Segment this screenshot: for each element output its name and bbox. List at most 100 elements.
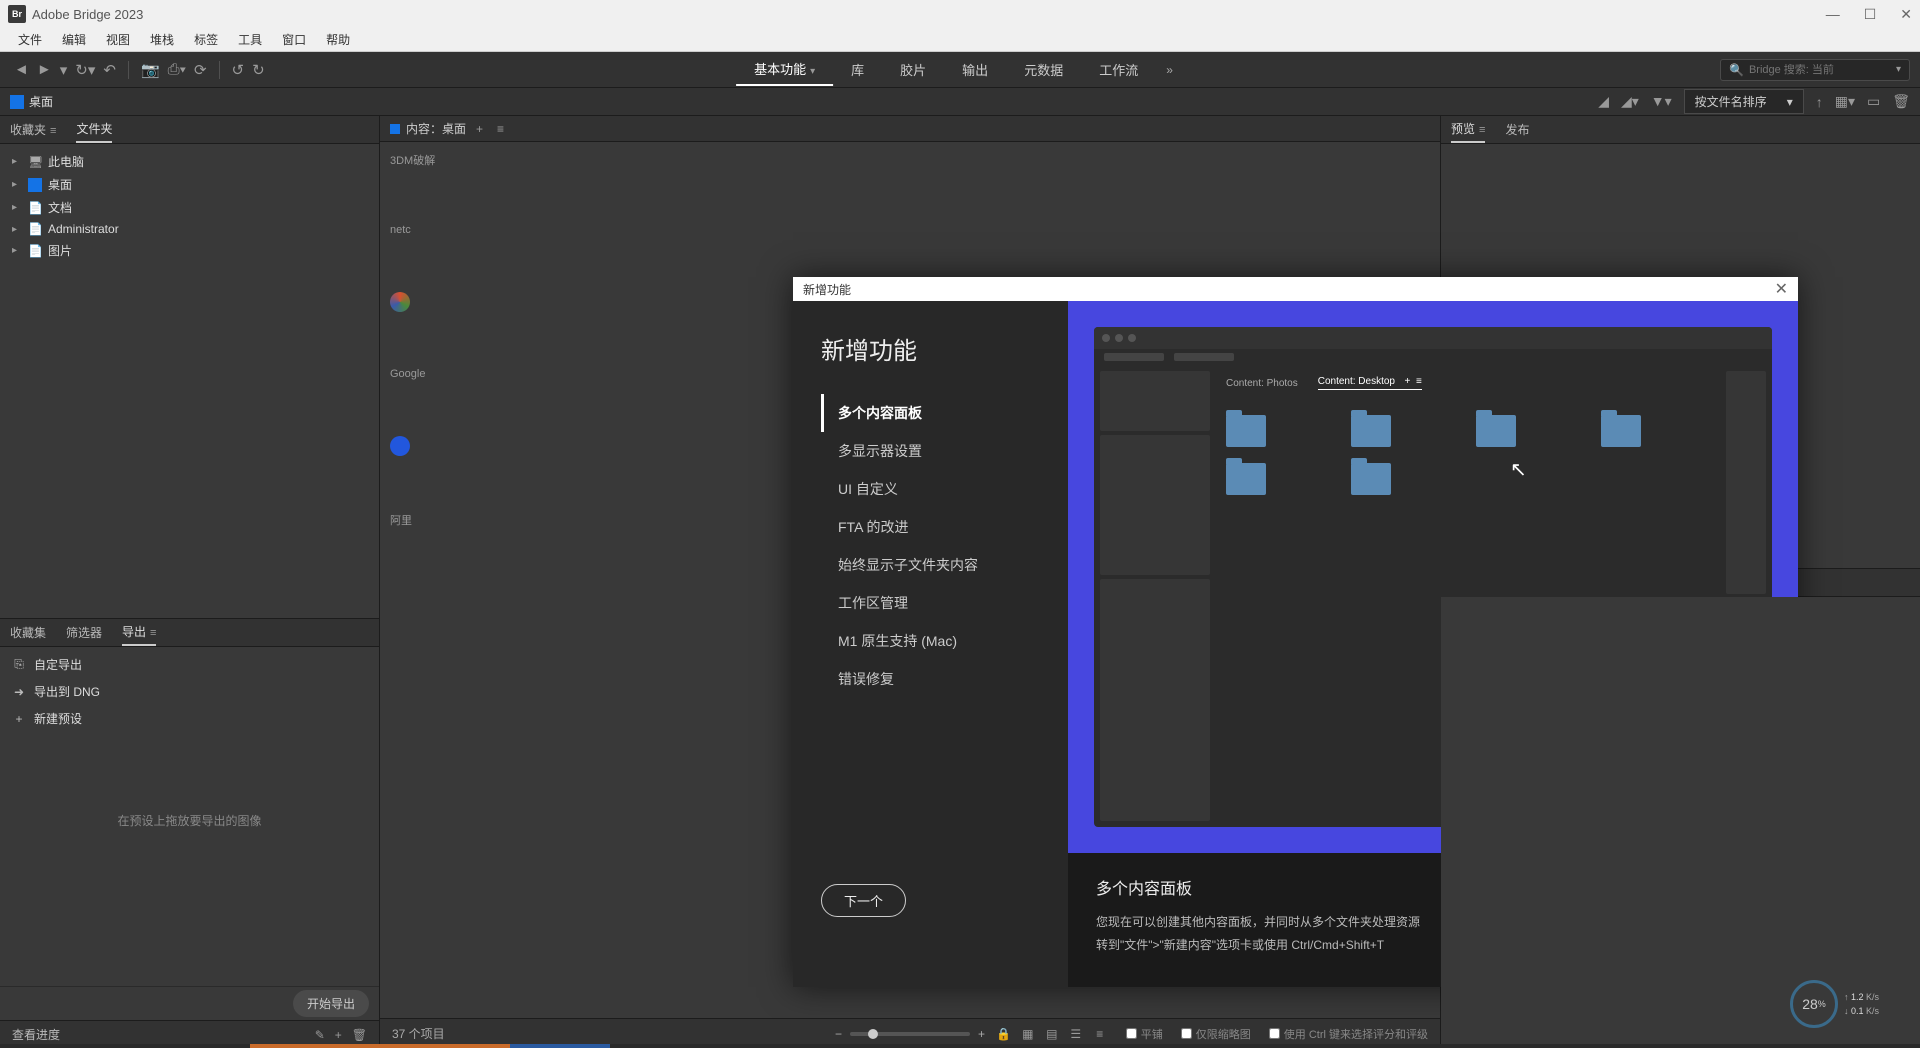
workspace-metadata[interactable]: 元数据	[1006, 54, 1081, 85]
menu-tools[interactable]: 工具	[228, 29, 272, 50]
list-item[interactable]	[390, 292, 435, 312]
checkbox-thumb-only[interactable]: 仅限缩略图	[1181, 1026, 1251, 1042]
workspace-workflow[interactable]: 工作流	[1081, 54, 1156, 85]
checkbox-tile[interactable]: 平铺	[1126, 1026, 1163, 1042]
nav-back-button[interactable]: ◄	[10, 61, 33, 78]
sort-asc-icon[interactable]: ↑	[1816, 94, 1823, 110]
slider-thumb[interactable]	[868, 1029, 878, 1039]
expand-icon[interactable]: ▸	[12, 245, 22, 256]
start-export-button[interactable]: 开始导出	[293, 990, 369, 1017]
menu-file[interactable]: 文件	[8, 29, 52, 50]
expand-icon[interactable]: ▸	[12, 202, 22, 213]
menu-edit[interactable]: 编辑	[52, 29, 96, 50]
panel-menu-icon[interactable]: ≡	[1479, 124, 1485, 136]
tab-collections[interactable]: 收藏集	[10, 620, 46, 645]
search-input[interactable]	[1749, 64, 1896, 76]
view-lock-icon[interactable]: 🔒	[996, 1026, 1012, 1042]
open-with-icon[interactable]: ▦▾	[1835, 93, 1855, 110]
menu-label[interactable]: 标签	[184, 29, 228, 50]
tree-item-computer[interactable]: ▸🖥此电脑	[0, 150, 379, 173]
window-close-button[interactable]: ✕	[1900, 6, 1912, 23]
expand-icon[interactable]: ▸	[12, 179, 22, 190]
modal-next-button[interactable]: 下一个	[821, 884, 906, 917]
chevron-down-icon[interactable]: ▾	[1896, 64, 1901, 75]
content-tab-menu-icon[interactable]: ≡	[493, 122, 508, 136]
tab-favorites[interactable]: 收藏夹≡	[10, 117, 56, 142]
workspace-library[interactable]: 库	[833, 54, 882, 85]
list-item[interactable]: 3DM破解	[390, 152, 435, 168]
tab-preview[interactable]: 预览≡	[1451, 116, 1485, 143]
panel-menu-icon[interactable]: ≡	[150, 627, 156, 639]
nav-up-button[interactable]: ▾	[56, 61, 72, 79]
tab-publish[interactable]: 发布	[1505, 117, 1529, 142]
list-item[interactable]: 阿里	[390, 512, 435, 528]
export-preset-custom[interactable]: ⎘自定导出	[0, 651, 379, 678]
menu-stack[interactable]: 堆栈	[140, 29, 184, 50]
export-new-preset[interactable]: +新建预设	[0, 705, 379, 732]
modal-nav-subfolders[interactable]: 始终显示子文件夹内容	[821, 546, 1068, 584]
tab-export[interactable]: 导出≡	[122, 619, 156, 646]
workspace-filmstrip[interactable]: 胶片	[882, 54, 944, 85]
plus-icon[interactable]: +	[978, 1027, 985, 1041]
workspace-more-button[interactable]: »	[1156, 63, 1184, 77]
tab-folders[interactable]: 文件夹	[76, 116, 112, 143]
modal-nav-m1[interactable]: M1 原生支持 (Mac)	[821, 622, 1068, 660]
modal-nav-fta[interactable]: FTA 的改进	[821, 508, 1068, 546]
workspace-essentials[interactable]: 基本功能▾	[736, 53, 833, 86]
modal-nav-multi-display[interactable]: 多显示器设置	[821, 432, 1068, 470]
workspace-output[interactable]: 输出	[944, 54, 1006, 85]
filter-rating-icon[interactable]: ◢▾	[1621, 93, 1639, 110]
tab-filter[interactable]: 筛选器	[66, 620, 102, 645]
search-field[interactable]: 🔍 ▾	[1720, 59, 1910, 81]
tree-item-admin[interactable]: ▸📄Administrator	[0, 219, 379, 239]
modal-nav-ui-custom[interactable]: UI 自定义	[821, 470, 1068, 508]
filter-stars-icon[interactable]: ◢	[1598, 93, 1609, 110]
modal-nav-bugfix[interactable]: 错误修复	[821, 660, 1068, 698]
menu-view[interactable]: 视图	[96, 29, 140, 50]
slider-track[interactable]	[850, 1032, 970, 1036]
new-folder-icon[interactable]: ▭	[1867, 93, 1880, 110]
list-item[interactable]: netc	[390, 224, 435, 236]
view-list-icon[interactable]: ≡	[1092, 1026, 1108, 1042]
reveal-button[interactable]: ↶	[99, 61, 120, 79]
content-grid[interactable]: 3DM破解 netc Google 阿里 新增功能 ✕ 新增功能 多个内容面板	[380, 142, 1440, 1018]
nav-recent-button[interactable]: ↻▾	[71, 61, 99, 79]
breadcrumb[interactable]: 桌面	[10, 93, 53, 110]
modal-nav-workspace[interactable]: 工作区管理	[821, 584, 1068, 622]
tree-item-documents[interactable]: ▸📄文档	[0, 196, 379, 219]
refresh-icon[interactable]: ⟳	[190, 61, 211, 79]
menu-help[interactable]: 帮助	[316, 29, 360, 50]
tree-item-desktop[interactable]: ▸桌面	[0, 173, 379, 196]
checkbox-ctrl-rating[interactable]: 使用 Ctrl 键来选择评分和评级	[1269, 1026, 1428, 1042]
trash-icon[interactable]: 🗑	[1892, 93, 1910, 110]
modal-close-button[interactable]: ✕	[1775, 279, 1788, 299]
list-item[interactable]	[390, 436, 435, 456]
window-minimize-button[interactable]: —	[1826, 6, 1840, 23]
content-tab[interactable]: 内容：桌面	[406, 120, 466, 137]
expand-icon[interactable]: ▸	[12, 156, 22, 167]
batch-icon[interactable]: ⎙▾	[164, 61, 190, 78]
rotate-ccw-icon[interactable]: ↺	[228, 61, 249, 79]
sort-dropdown[interactable]: 按文件名排序 ▾	[1684, 89, 1804, 114]
export-preset-dng[interactable]: ➜导出到 DNG	[0, 678, 379, 705]
thumbnail-size-slider[interactable]: − +	[835, 1027, 985, 1041]
view-thumb-icon[interactable]: ▤	[1044, 1026, 1060, 1042]
view-grid-icon[interactable]: ▦	[1020, 1026, 1036, 1042]
modal-nav-multi-content[interactable]: 多个内容面板	[821, 394, 1068, 432]
edit-icon[interactable]: ✎	[315, 1028, 325, 1042]
tree-item-pictures[interactable]: ▸📄图片	[0, 239, 379, 262]
menu-window[interactable]: 窗口	[272, 29, 316, 50]
view-detail-icon[interactable]: ☰	[1068, 1026, 1084, 1042]
list-item[interactable]: Google	[390, 368, 435, 380]
rotate-cw-icon[interactable]: ↻	[248, 61, 269, 79]
camera-import-icon[interactable]: 📷	[137, 61, 164, 79]
plus-icon[interactable]: +	[335, 1028, 342, 1042]
filter-funnel-icon[interactable]: ▼▾	[1651, 93, 1672, 110]
window-maximize-button[interactable]: ☐	[1864, 6, 1877, 23]
expand-icon[interactable]: ▸	[12, 224, 22, 235]
trash-icon[interactable]: 🗑	[352, 1028, 367, 1042]
minus-icon[interactable]: −	[835, 1027, 842, 1041]
nav-fwd-button[interactable]: ►	[33, 61, 56, 78]
panel-menu-icon[interactable]: ≡	[50, 125, 56, 137]
add-content-tab-button[interactable]: +	[472, 122, 487, 136]
